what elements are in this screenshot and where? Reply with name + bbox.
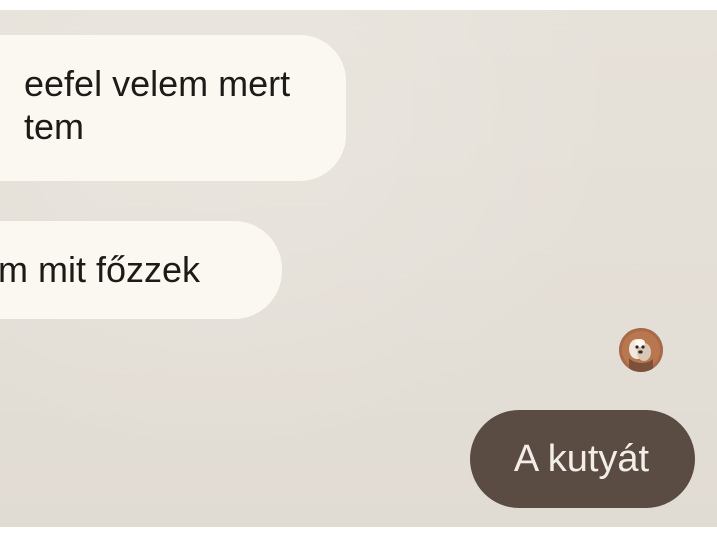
incoming-message-bubble[interactable]: eefel velem mert tem <box>0 35 346 181</box>
chat-screen: eefel velem mert tem m mit főzzek A kuty… <box>0 10 717 527</box>
message-text-line: eefel velem mert <box>24 63 291 104</box>
incoming-message-bubble[interactable]: m mit főzzek <box>0 221 282 319</box>
dog-avatar-icon[interactable] <box>619 328 663 372</box>
message-text-line: m mit főzzek <box>0 249 201 290</box>
message-text-line: tem <box>24 106 85 147</box>
outgoing-message-bubble[interactable]: A kutyát <box>470 410 695 508</box>
